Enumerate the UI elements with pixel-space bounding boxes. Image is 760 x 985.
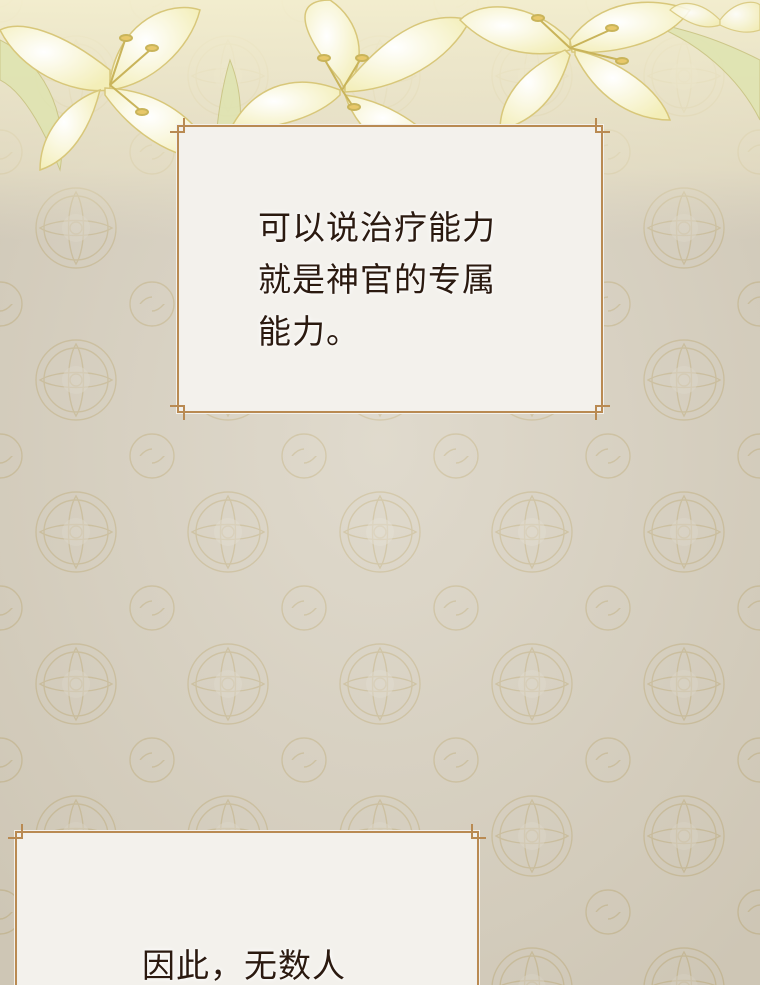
narration-box-1: 可以说治疗能力 就是神官的专属 能力。 [170, 118, 610, 420]
text-line: 因此，无数人 [142, 946, 346, 985]
narration-text-2: 因此，无数人 [142, 940, 346, 985]
narration-text-1: 可以说治疗能力 就是神官的专属 能力。 [258, 202, 496, 358]
text-line: 可以说治疗能力 [258, 208, 496, 247]
narration-box-2: 因此，无数人 [8, 824, 486, 985]
text-line: 能力。 [258, 312, 360, 351]
comic-page: 可以说治疗能力 就是神官的专属 能力。 因此，无数人 [0, 0, 760, 985]
text-line: 就是神官的专属 [258, 260, 496, 299]
